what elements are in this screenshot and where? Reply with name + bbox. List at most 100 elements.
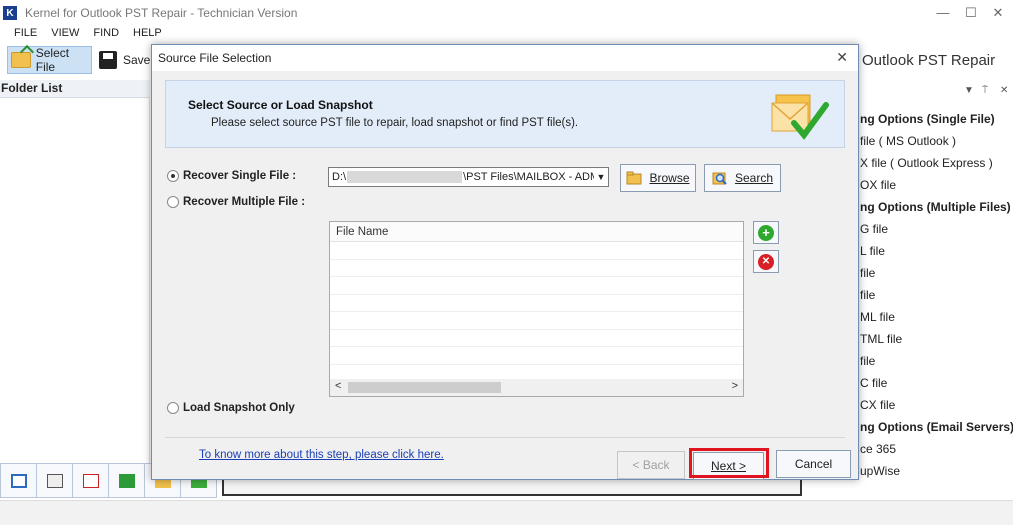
recover-multiple-radio[interactable] xyxy=(167,196,179,208)
table-row xyxy=(330,312,743,330)
next-highlight-box xyxy=(689,448,769,478)
menu-help[interactable]: HELP xyxy=(126,26,169,42)
option-groupwise[interactable]: upWise xyxy=(858,460,1013,482)
option-eml[interactable]: L file xyxy=(858,240,1013,262)
notes-view-button[interactable] xyxy=(108,463,145,498)
calendar-icon xyxy=(10,473,27,488)
source-file-selection-dialog: Source File Selection ✕ Select Source or… xyxy=(151,44,859,480)
window-title: Kernel for Outlook PST Repair - Technici… xyxy=(25,6,298,20)
recover-single-option[interactable]: Recover Single File : xyxy=(167,170,296,182)
recover-single-radio[interactable] xyxy=(167,170,179,182)
cancel-button[interactable]: Cancel xyxy=(776,450,851,478)
scrollbar-thumb[interactable] xyxy=(348,382,501,393)
contacts-view-button[interactable] xyxy=(36,463,73,498)
option-mbox[interactable]: OX file xyxy=(858,174,1013,196)
chevron-down-icon[interactable]: ▼ xyxy=(594,168,608,186)
folder-list-pane[interactable] xyxy=(0,98,150,463)
option-docx[interactable]: CX file xyxy=(858,394,1013,416)
select-file-button[interactable]: Select File xyxy=(7,46,92,74)
right-panel-header: ▼ ⍑ ✕ xyxy=(858,85,1013,103)
floppy-disk-icon xyxy=(99,51,117,69)
open-folder-icon xyxy=(626,171,642,185)
info-banner: Select Source or Load Snapshot Please se… xyxy=(165,80,845,148)
select-file-label: Select File xyxy=(35,46,70,74)
redacted-path-segment xyxy=(347,171,463,184)
title-bar: K Kernel for Outlook PST Repair - Techni… xyxy=(0,0,1013,26)
recover-multiple-label: Recover Multiple File : xyxy=(183,196,306,208)
horizontal-scrollbar[interactable]: < > xyxy=(330,379,743,396)
load-snapshot-label: Load Snapshot Only xyxy=(183,402,295,414)
task-check-icon xyxy=(82,473,99,488)
close-button[interactable]: ✕ xyxy=(985,4,1011,22)
option-office365[interactable]: ce 365 xyxy=(858,438,1013,460)
envelope-check-icon xyxy=(771,94,829,140)
folder-list-title: Folder List xyxy=(0,80,150,98)
scroll-left-icon[interactable]: < xyxy=(335,380,341,392)
source-path-combobox[interactable]: D:\ \PST Files\MAILBOX - ADM ▼ xyxy=(328,167,609,187)
help-link[interactable]: To know more about this step, please cli… xyxy=(199,449,444,461)
scroll-right-icon[interactable]: > xyxy=(732,380,738,392)
table-row xyxy=(330,242,743,260)
remove-icon: ✕ xyxy=(758,253,774,270)
save-label: Save xyxy=(123,53,151,67)
banner-heading: Select Source or Load Snapshot xyxy=(188,98,373,112)
group-email-servers: ng Options (Email Servers) xyxy=(860,420,1013,434)
preview-bar xyxy=(222,478,802,496)
option-html[interactable]: ML file xyxy=(858,306,1013,328)
option-pdf[interactable]: file xyxy=(858,350,1013,372)
minimize-button[interactable]: — xyxy=(930,4,956,22)
load-snapshot-radio[interactable] xyxy=(167,402,179,414)
plus-icon: + xyxy=(758,224,774,241)
menu-bar: FILE VIEW FIND HELP xyxy=(0,26,169,42)
group-multiple-files: ng Options (Multiple Files) xyxy=(860,200,1011,214)
table-row xyxy=(330,260,743,277)
add-file-button[interactable]: + xyxy=(753,221,779,244)
option-rtf[interactable]: file xyxy=(858,262,1013,284)
save-button[interactable]: Save xyxy=(97,46,150,74)
path-suffix: \PST Files\MAILBOX - ADM xyxy=(463,171,600,183)
back-button[interactable]: < Back xyxy=(617,451,685,479)
app-logo-icon: K xyxy=(3,6,17,20)
dropdown-arrow-icon[interactable]: ▼ xyxy=(964,85,974,96)
menu-file[interactable]: FILE xyxy=(0,26,44,42)
close-panel-icon[interactable]: ✕ xyxy=(1000,85,1008,96)
option-msg[interactable]: G file xyxy=(858,218,1013,240)
path-prefix: D:\ xyxy=(332,171,347,183)
option-doc[interactable]: C file xyxy=(858,372,1013,394)
dialog-close-button[interactable]: ✕ xyxy=(836,49,848,66)
menu-view[interactable]: VIEW xyxy=(44,26,86,42)
contact-card-icon xyxy=(46,473,63,488)
load-snapshot-option[interactable]: Load Snapshot Only xyxy=(167,402,295,414)
dialog-divider xyxy=(165,437,845,438)
tasks-view-button[interactable] xyxy=(72,463,109,498)
remove-file-button[interactable]: ✕ xyxy=(753,250,779,273)
table-row xyxy=(330,330,743,347)
status-bar xyxy=(0,500,1013,525)
calendar-view-button[interactable] xyxy=(0,463,37,498)
search-button[interactable]: Search xyxy=(704,164,781,192)
file-list-table[interactable]: File Name < > xyxy=(329,221,744,397)
option-pst[interactable]: file ( MS Outlook ) xyxy=(858,130,1013,152)
saving-options-pane: ng Options (Single File) file ( MS Outlo… xyxy=(858,108,1013,498)
banner-subtext: Please select source PST file to repair,… xyxy=(211,117,579,129)
file-name-column-header[interactable]: File Name xyxy=(330,222,743,242)
notes-icon xyxy=(118,473,135,488)
open-folder-icon xyxy=(11,52,31,68)
option-txt[interactable]: file xyxy=(858,284,1013,306)
table-row xyxy=(330,347,743,365)
dialog-title: Source File Selection xyxy=(158,51,272,65)
browse-label: Browse xyxy=(649,171,690,185)
dialog-title-bar: Source File Selection ✕ xyxy=(152,45,858,71)
search-label: Search xyxy=(734,171,774,185)
search-icon xyxy=(712,172,727,185)
menu-find[interactable]: FIND xyxy=(86,26,126,42)
pin-icon[interactable]: ⍑ xyxy=(982,85,988,96)
group-single-file: ng Options (Single File) xyxy=(860,112,995,126)
browse-button[interactable]: Browse xyxy=(620,164,696,192)
recover-single-label: Recover Single File : xyxy=(183,170,297,182)
option-dbx[interactable]: X file ( Outlook Express ) xyxy=(858,152,1013,174)
recover-multiple-option[interactable]: Recover Multiple File : xyxy=(167,196,305,208)
option-mhtml[interactable]: TML file xyxy=(858,328,1013,350)
maximize-button[interactable]: ☐ xyxy=(958,4,984,22)
app-heading: Outlook PST Repair xyxy=(862,52,996,69)
